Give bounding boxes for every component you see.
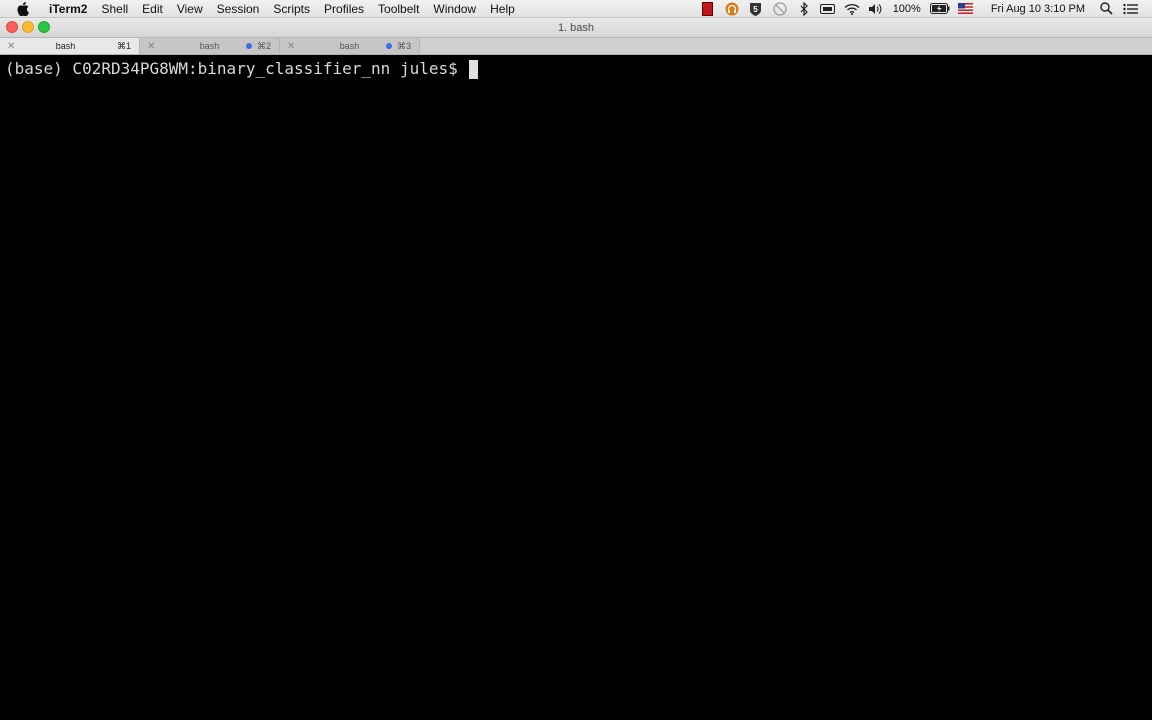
window-controls <box>6 21 54 33</box>
terminal-pane[interactable]: (base) C02RD34PG8WM:binary_classifier_nn… <box>0 55 1152 720</box>
keyboard-icon[interactable] <box>820 2 836 16</box>
window-title: 1. bash <box>557 21 595 34</box>
spotlight-search-icon[interactable] <box>1098 2 1114 16</box>
apple-icon[interactable] <box>14 0 32 18</box>
shell-prompt: (base) C02RD34PG8WM:binary_classifier_nn… <box>5 59 468 78</box>
menu-toolbelt[interactable]: Toolbelt <box>371 0 426 18</box>
menu-scripts[interactable]: Scripts <box>266 0 317 18</box>
prompt-line: (base) C02RD34PG8WM:binary_classifier_nn… <box>5 58 1147 80</box>
tab-bar: ✕ bash ⌘1 ✕ bash ⌘2 ✕ bash ⌘3 <box>0 37 1152 55</box>
record-icon[interactable] <box>700 1 716 16</box>
do-not-disturb-icon[interactable] <box>772 1 788 16</box>
tab-shortcut: ⌘2 <box>245 40 271 52</box>
notification-center-icon[interactable] <box>1122 2 1138 16</box>
minimize-window-button[interactable] <box>22 21 34 33</box>
menu-list: iTerm2 Shell Edit View Session Scripts P… <box>42 0 522 18</box>
close-window-button[interactable] <box>6 21 18 33</box>
menu-help[interactable]: Help <box>483 0 522 18</box>
volume-icon[interactable] <box>868 2 884 16</box>
svg-text:5: 5 <box>753 5 758 14</box>
us-flag-icon[interactable] <box>958 2 974 16</box>
menu-session[interactable]: Session <box>210 0 267 18</box>
menu-bar: iTerm2 Shell Edit View Session Scripts P… <box>0 0 1152 18</box>
tab-shortcut-text: ⌘3 <box>396 40 411 51</box>
menu-shell[interactable]: Shell <box>94 0 135 18</box>
bluetooth-icon[interactable] <box>796 1 812 16</box>
battery-charging-icon[interactable] <box>929 2 950 16</box>
menu-window[interactable]: Window <box>426 0 483 18</box>
text-cursor <box>469 59 479 79</box>
tab-shortcut: ⌘3 <box>385 40 411 52</box>
menu-app-name[interactable]: iTerm2 <box>42 0 94 18</box>
shield-s-icon[interactable]: 5 <box>748 2 764 16</box>
menu-view[interactable]: View <box>170 0 210 18</box>
headphones-icon[interactable] <box>724 2 740 16</box>
wifi-icon[interactable] <box>844 2 860 16</box>
tab-shortcut: ⌘1 <box>117 41 131 52</box>
menu-edit[interactable]: Edit <box>135 0 170 18</box>
zoom-window-button[interactable] <box>38 21 50 33</box>
tab-2[interactable]: ✕ bash ⌘2 <box>140 38 280 54</box>
battery-percent: 100% <box>892 2 921 15</box>
status-area: 5 100% Fri Aug 10 3:10 PM <box>696 0 1152 18</box>
window-title-bar[interactable]: 1. bash <box>0 18 1152 37</box>
activity-dot-icon <box>385 43 392 49</box>
menu-profiles[interactable]: Profiles <box>317 0 371 18</box>
tab-3[interactable]: ✕ bash ⌘3 <box>280 38 420 54</box>
tab-1[interactable]: ✕ bash ⌘1 <box>0 38 140 54</box>
tab-shortcut-text: ⌘2 <box>256 40 271 51</box>
tab-shortcut-text: ⌘1 <box>116 40 131 51</box>
clock[interactable]: Fri Aug 10 3:10 PM <box>986 3 1090 15</box>
activity-dot-icon <box>245 43 252 49</box>
